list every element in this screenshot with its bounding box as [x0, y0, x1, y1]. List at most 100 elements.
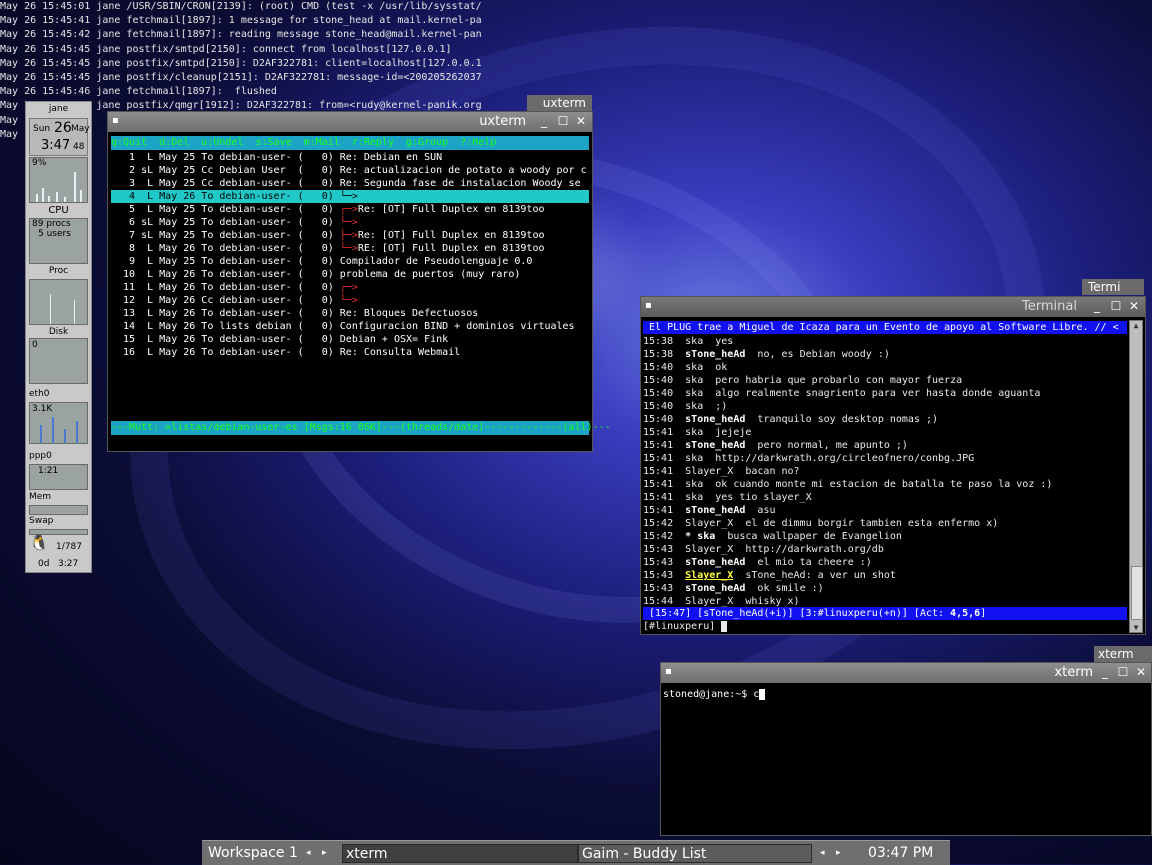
mutt-message-row[interactable]: 11 L May 26 To debian-user- ( 0) ┌─>	[111, 281, 589, 294]
uptime-time: 3:27	[58, 559, 79, 569]
mutt-message-row[interactable]: 12 L May 26 Cc debian-user- ( 0) └─>	[111, 294, 589, 307]
window-menu-icon[interactable]: ▪	[665, 666, 672, 677]
mem-bar	[29, 505, 88, 515]
irc-message-line: 15:43 Slayer_X sTone_heAd: a ver un shot	[643, 569, 1127, 582]
scroll-down-icon[interactable]: ▼	[1131, 623, 1141, 632]
irc-message-text: algo realmente snagriento para ver hasta…	[715, 388, 1041, 399]
cpu-graph: 9%	[29, 157, 88, 203]
scroll-up-icon[interactable]: ▲	[1131, 321, 1141, 330]
mutt-message-row[interactable]: 3 L May 25 Cc debian-user- ( 0) Re: Segu…	[111, 177, 589, 190]
mutt-message-row[interactable]: 9 L May 25 To debian-user- ( 0) Compilad…	[111, 255, 589, 268]
task-gaim-button[interactable]: Gaim - Buddy List	[578, 844, 812, 863]
window-uxterm-background-title[interactable]: uxterm	[527, 95, 592, 111]
mutt-message-row[interactable]: 14 L May 26 To lists debian ( 0) Configu…	[111, 320, 589, 333]
maximize-icon[interactable]: ☐	[1116, 665, 1130, 679]
close-icon[interactable]: ✕	[574, 114, 588, 128]
ppp0-graph: 1:21	[29, 464, 88, 490]
mutt-message-row[interactable]: 13 L May 26 To debian-user- ( 0) Re: Blo…	[111, 307, 589, 320]
mutt-row-header: 4 L May 26 To debian-user- ( 0)	[111, 191, 340, 202]
irc-timestamp: 15:40	[643, 401, 674, 412]
maximize-icon[interactable]: ☐	[1109, 299, 1123, 313]
minimize-icon[interactable]: _	[1090, 299, 1104, 313]
mutt-help-bar: q:Quit d:Del u:Undel s:Save m:Mail r:Rep…	[111, 136, 589, 150]
root-log-line: May 26 15:45:41 jane fetchmail[1897]: 1 …	[0, 15, 482, 27]
window-termi-background-title[interactable]: Termi	[1082, 279, 1144, 295]
cpu-label: CPU	[48, 205, 69, 216]
mutt-subject: Re: Consulta Webmail	[339, 347, 461, 358]
irc-message-text: ok	[715, 362, 728, 373]
mutt-message-row[interactable]: 4 L May 26 To debian-user- ( 0) └─>	[111, 190, 589, 203]
irc-message-line: 15:38 ska yes	[643, 335, 1127, 348]
window-menu-icon[interactable]: ▪	[112, 115, 119, 126]
window-uxterm-mutt[interactable]: ▪ uxterm _ ☐ ✕ q:Quit d:Del u:Undel s:Sa…	[107, 111, 611, 452]
task-xterm-button[interactable]: xterm	[342, 844, 578, 863]
mutt-subject: Re: [OT] Full Duplex en 8139too	[357, 230, 545, 241]
irc-nick: Slayer_X	[685, 596, 734, 607]
penguin-mail-icon[interactable]: 🐧	[29, 534, 49, 552]
mutt-message-row[interactable]: 5 L May 25 To debian-user- ( 0) ┌─>Re: […	[111, 203, 589, 216]
mutt-titlebar[interactable]: ▪ uxterm _ ☐ ✕	[108, 112, 592, 132]
irc-nick: sTone_heAd	[685, 440, 746, 451]
mutt-message-row[interactable]: 2 sL May 25 Cc Debian User ( 0) Re: actu…	[111, 164, 589, 177]
irc-message-text: http://darkwrath.org/db	[745, 544, 884, 555]
workspace-next-icon[interactable]: ▸	[322, 844, 327, 863]
irc-timestamp: 15:41	[643, 505, 674, 516]
mutt-row-header: 11 L May 26 To debian-user- ( 0)	[111, 282, 340, 293]
taskbar: Workspace 1 ◂ ▸ xterm Gaim - Buddy List …	[202, 840, 950, 865]
irc-message-text: el de dimmu borgir tambien esta enfermo …	[745, 518, 999, 529]
mutt-message-row[interactable]: 7 sL May 25 To debian-user- ( 0) ├─>Re: …	[111, 229, 589, 242]
task-prev-icon[interactable]: ◂	[820, 844, 825, 863]
minimize-icon[interactable]: _	[537, 114, 551, 128]
maximize-icon[interactable]: ☐	[556, 114, 570, 128]
proc-label: Proc	[48, 266, 69, 276]
workspace-label[interactable]: Workspace 1	[208, 844, 298, 863]
clock-date: 26	[54, 120, 72, 136]
xterm-titlebar[interactable]: ▪ xterm _ ☐ ✕	[661, 663, 1151, 683]
clock-day: Sun	[33, 124, 51, 134]
irc-timestamp: 15:40	[643, 375, 674, 386]
mutt-subject: Re: [OT] Full Duplex en 8139too	[357, 204, 545, 215]
irc-scrollbar[interactable]: ▲ ▼	[1129, 320, 1143, 633]
mutt-row-header: 8 L May 26 To debian-user- ( 0)	[111, 243, 340, 254]
mutt-row-header: 3 L May 25 Cc debian-user- ( 0)	[111, 178, 340, 189]
irc-nick: ska	[685, 427, 704, 438]
irc-nick: ska	[685, 388, 704, 399]
window-terminal-irc[interactable]: ▪ Terminal _ ☐ ✕ El PLUG trae a Miguel d…	[640, 296, 1146, 635]
window-menu-icon[interactable]: ▪	[645, 300, 652, 311]
irc-titlebar[interactable]: ▪ Terminal _ ☐ ✕	[641, 297, 1145, 317]
close-icon[interactable]: ✕	[1134, 665, 1148, 679]
scrollbar-thumb[interactable]	[1131, 566, 1143, 620]
irc-message-text: el mio ta cheere :)	[757, 557, 872, 568]
irc-message-line: 15:40 ska pero habria que probarlo con m…	[643, 374, 1127, 387]
mutt-message-row[interactable]: 10 L May 26 To debian-user- ( 0) problem…	[111, 268, 589, 281]
disk-value: 0	[32, 340, 38, 350]
workspace-prev-icon[interactable]: ◂	[306, 844, 311, 863]
window-xterm[interactable]: ▪ xterm _ ☐ ✕ stoned@jane:~$ c	[660, 662, 1152, 836]
irc-message-line: 15:41 ska jejeje	[643, 426, 1127, 439]
window-xterm-background-title[interactable]: xterm	[1094, 646, 1152, 662]
irc-message-text: yes	[715, 336, 734, 347]
mutt-row-header: 13 L May 26 To debian-user- ( 0)	[111, 308, 340, 319]
irc-nick: sTone_heAd	[685, 505, 746, 516]
mutt-subject: Configuracion BIND + dominios virtuales	[339, 321, 575, 332]
irc-topic-bar: El PLUG trae a Miguel de Icaza para un E…	[643, 321, 1127, 334]
mutt-row-header: 6 sL May 25 To debian-user- ( 0)	[111, 217, 340, 228]
irc-input-line[interactable]: [#linuxperu]	[643, 620, 1127, 633]
mutt-message-row[interactable]: 6 sL May 25 To debian-user- ( 0) └─>	[111, 216, 589, 229]
irc-message-text: ok cuando monte mi estacion de batalla t…	[715, 479, 1053, 490]
mutt-message-row[interactable]: 8 L May 26 To debian-user- ( 0) └─>RE: […	[111, 242, 589, 255]
mutt-message-row[interactable]: 16 L May 26 To debian-user- ( 0) Re: Con…	[111, 346, 589, 359]
irc-message-line: 15:41 Slayer_X bacan no?	[643, 465, 1127, 478]
minimize-icon[interactable]: _	[1098, 665, 1112, 679]
irc-nick: ska	[685, 336, 704, 347]
irc-timestamp: 15:41	[643, 479, 674, 490]
task-next-icon[interactable]: ▸	[836, 844, 841, 863]
irc-nick: Slayer_X	[685, 466, 734, 477]
irc-nick: Slayer_X	[685, 518, 734, 529]
clock-time: 3:47	[41, 138, 71, 153]
mutt-message-row[interactable]: 15 L May 26 To debian-user- ( 0) Debian …	[111, 333, 589, 346]
xterm-shell-line[interactable]: stoned@jane:~$ c	[663, 688, 766, 701]
mutt-message-row[interactable]: 1 L May 25 To debian-user- ( 0) Re: Debi…	[111, 151, 589, 164]
close-icon[interactable]: ✕	[1127, 299, 1141, 313]
irc-nick: sTone_heAd	[685, 349, 746, 360]
